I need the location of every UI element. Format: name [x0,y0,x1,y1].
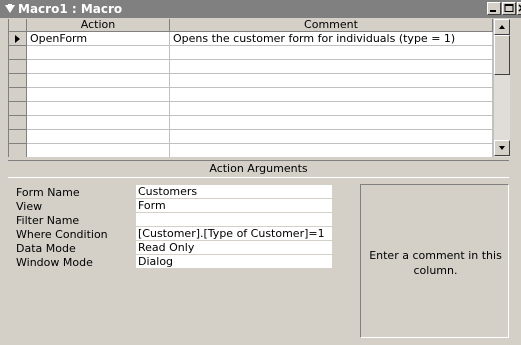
comment-cell[interactable] [170,102,493,116]
current-row-arrow-icon [15,35,20,43]
comment-cell[interactable] [170,46,493,60]
scroll-up-button[interactable] [494,19,510,35]
minimize-icon [490,10,496,12]
vertical-scrollbar[interactable] [493,19,510,157]
comment-cell[interactable] [170,116,493,130]
view-field[interactable]: Form [136,199,332,213]
row-selector-current[interactable] [9,32,27,46]
where-condition-field[interactable]: [Customer].[Type of Customer]=1 [136,227,332,241]
row-selector[interactable] [9,88,27,102]
comment-cell[interactable] [170,130,493,144]
row-selector[interactable] [9,144,27,157]
row-selector[interactable] [9,74,27,88]
comment-cell[interactable]: Opens the customer form for individuals … [170,32,493,46]
maximize-button[interactable] [502,2,516,15]
scroll-up-arrow-icon [499,25,505,29]
data-mode-label: Data Mode [16,242,76,255]
action-cell[interactable] [27,130,170,144]
action-column-header[interactable]: Action [27,19,170,32]
macro-window: Macro1 : Macro Action Comment OpenForm O… [0,0,521,345]
filter-name-field[interactable] [136,213,332,227]
row-selector[interactable] [9,130,27,144]
form-name-field[interactable]: Customers [136,185,332,199]
action-cell[interactable] [27,46,170,60]
scrollbar-thumb[interactable] [494,35,510,75]
close-button[interactable] [517,2,521,15]
comment-cell[interactable] [170,88,493,102]
macro-grid: Action Comment OpenForm Opens the custom… [8,19,510,157]
filter-name-label: Filter Name [16,214,80,227]
scroll-down-arrow-icon [499,146,505,150]
comment-cell[interactable] [170,144,493,157]
window-mode-label: Window Mode [16,256,93,269]
hint-panel: Enter a comment in this column. [360,184,509,338]
data-mode-field[interactable]: Read Only [136,241,332,255]
form-name-label: Form Name [16,186,80,199]
action-cell[interactable]: OpenForm [27,32,170,46]
macro-icon [5,4,15,13]
action-cell[interactable] [27,74,170,88]
scroll-down-button[interactable] [494,140,510,156]
row-selector[interactable] [9,116,27,130]
comment-cell[interactable] [170,74,493,88]
comment-cell[interactable] [170,60,493,74]
grid-corner-header [9,19,27,32]
title-bar[interactable]: Macro1 : Macro [0,0,521,18]
row-selector[interactable] [9,102,27,116]
action-cell[interactable] [27,116,170,130]
action-cell[interactable] [27,60,170,74]
where-condition-label: Where Condition [16,228,108,241]
action-cell[interactable] [27,144,170,157]
action-cell[interactable] [27,88,170,102]
hint-text: Enter a comment in this column. [369,249,502,277]
row-selector[interactable] [9,46,27,60]
view-label: View [16,200,43,213]
window-title: Macro1 : Macro [18,2,123,16]
minimize-button[interactable] [487,2,501,15]
row-selector[interactable] [9,60,27,74]
comment-column-header[interactable]: Comment [170,19,493,32]
window-mode-field[interactable]: Dialog [136,255,332,269]
maximize-icon [504,4,514,12]
action-arguments-header: Action Arguments [8,160,509,178]
action-cell[interactable] [27,102,170,116]
